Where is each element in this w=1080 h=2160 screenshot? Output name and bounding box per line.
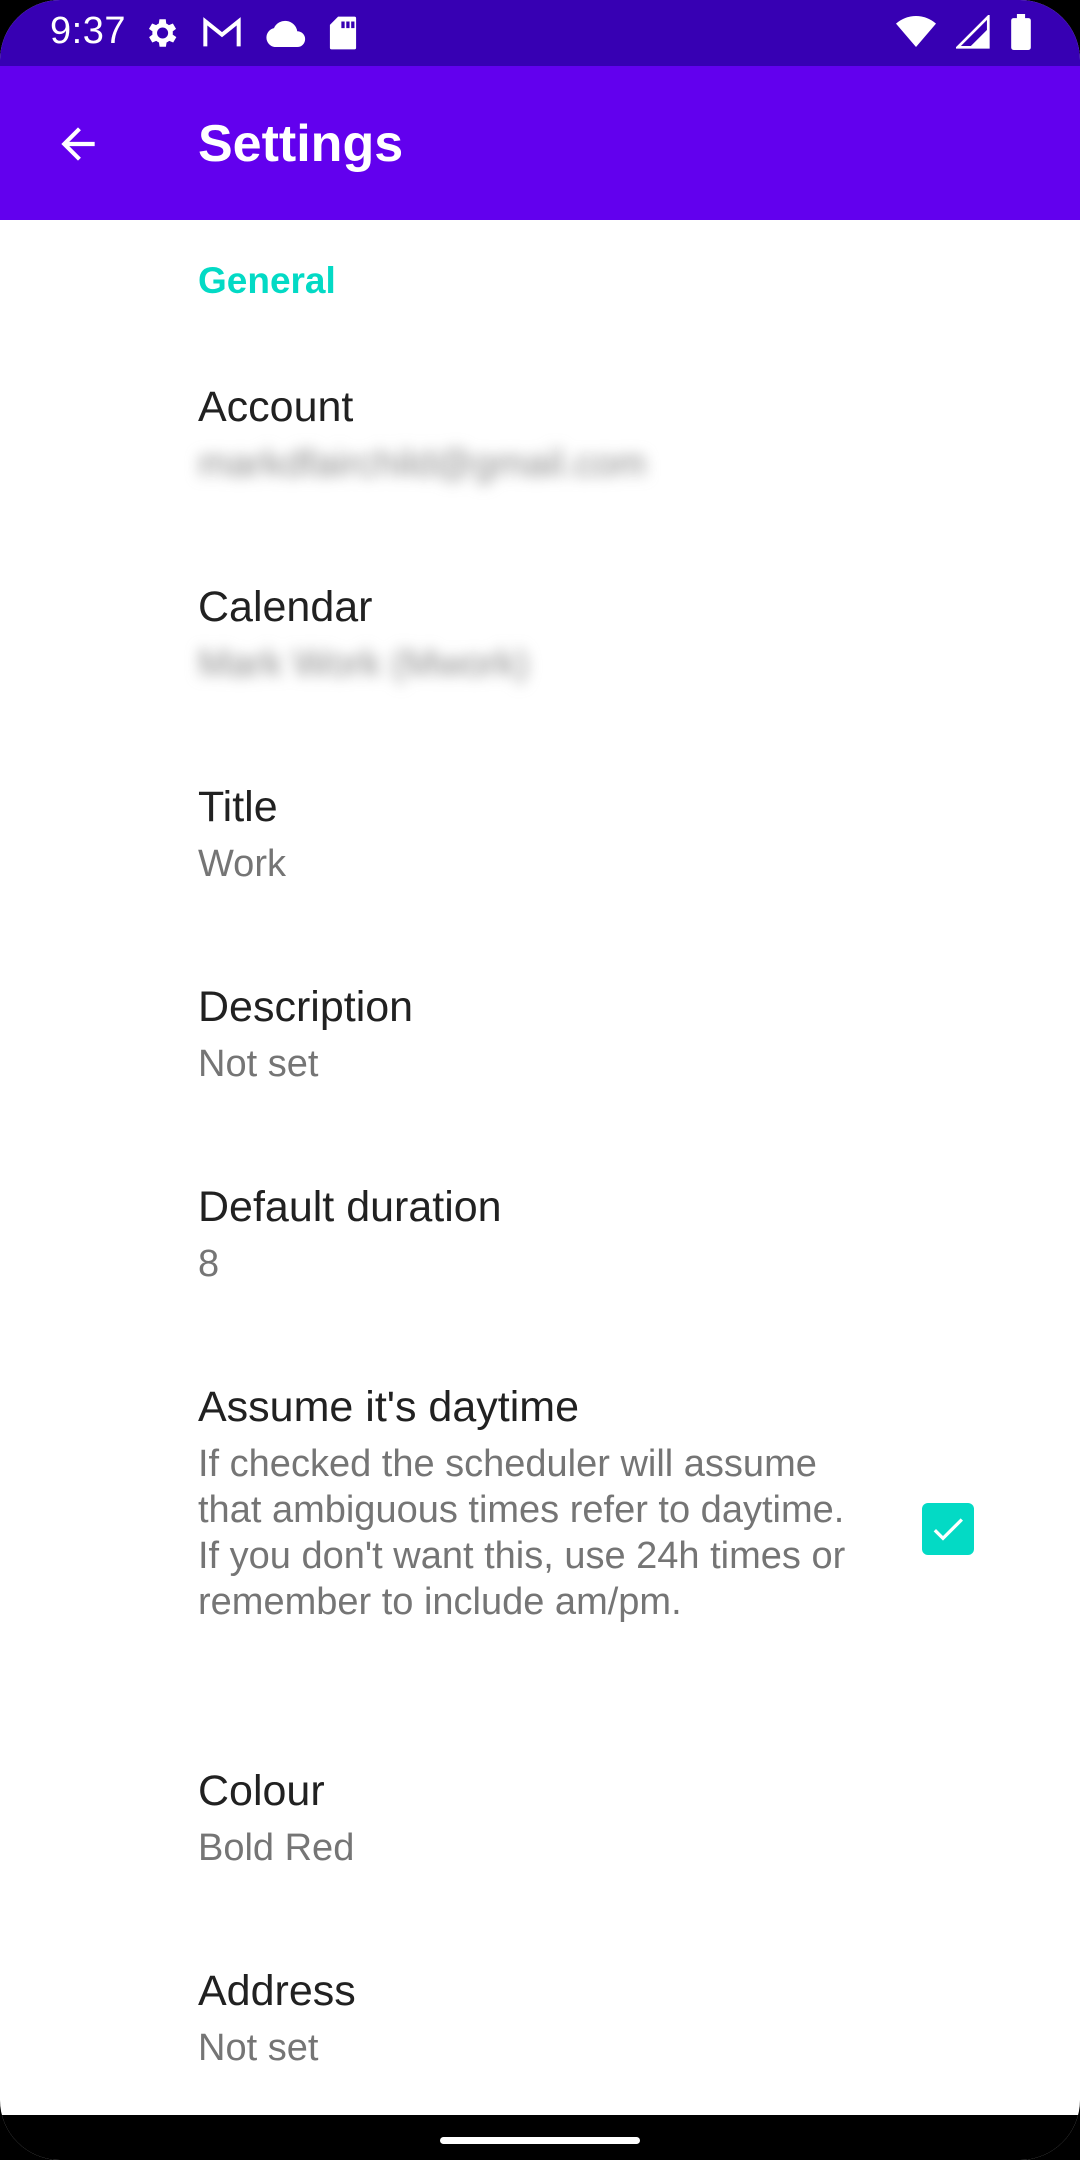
gesture-handle[interactable]	[440, 2137, 640, 2144]
cloud-icon	[266, 20, 306, 47]
pref-calendar[interactable]: Calendar Mark Work (Mwork)	[0, 583, 1080, 763]
pref-summary: 8	[198, 1243, 220, 1285]
pref-account[interactable]: Account markdfairchild@gmail.com	[0, 383, 1080, 563]
pref-title: Default duration	[198, 1183, 502, 1231]
pref-title: Colour	[198, 1767, 325, 1815]
pref-address[interactable]: Address Not set	[0, 1967, 1080, 2117]
pref-title: Title	[198, 783, 278, 831]
checkmark-icon	[933, 1518, 963, 1541]
pref-assume-daytime[interactable]: Assume it's daytime If checked the sched…	[0, 1383, 1080, 1723]
settings-screen: 9:37 Settings General Account markdfairc…	[0, 0, 1080, 2160]
pref-title-setting[interactable]: Title Work	[0, 783, 1080, 963]
pref-colour[interactable]: Colour Bold Red	[0, 1767, 1080, 1947]
section-header-general: General	[198, 260, 336, 301]
navigation-bar	[0, 2115, 1080, 2160]
daytime-checkbox[interactable]	[922, 1503, 974, 1555]
pref-default-duration[interactable]: Default duration 8	[0, 1183, 1080, 1363]
pref-title: Description	[198, 983, 414, 1031]
pref-summary: Work	[198, 843, 286, 885]
pref-summary: markdfairchild@gmail.com	[198, 443, 647, 485]
gear-icon	[148, 19, 177, 47]
pref-summary: If checked the scheduler will assume tha…	[198, 1443, 846, 1623]
pref-summary: Mark Work (Mwork)	[198, 643, 529, 685]
app-bar: Settings	[0, 66, 1080, 220]
status-bar: 9:37	[0, 0, 1080, 66]
pref-summary: Not set	[198, 1043, 319, 1085]
pref-title: Address	[198, 1967, 356, 2015]
battery-icon	[1011, 14, 1031, 50]
page-title: Settings	[198, 115, 404, 173]
pref-title: Account	[198, 383, 354, 431]
gmail-icon	[203, 17, 241, 47]
sd-card-icon	[329, 16, 357, 50]
pref-description[interactable]: Description Not set	[0, 983, 1080, 1163]
pref-summary: Not set	[198, 2027, 319, 2069]
pref-title: Calendar	[198, 583, 373, 631]
wifi-icon	[896, 16, 936, 47]
status-time: 9:37	[50, 10, 126, 52]
status-notification-icons	[142, 14, 358, 52]
pref-title: Assume it's daytime	[198, 1383, 579, 1431]
cellular-signal-icon	[956, 15, 990, 49]
pref-summary: Bold Red	[198, 1827, 355, 1869]
back-button[interactable]	[40, 106, 116, 182]
status-system-icons	[896, 14, 1032, 50]
arrow-back-icon	[61, 127, 95, 161]
